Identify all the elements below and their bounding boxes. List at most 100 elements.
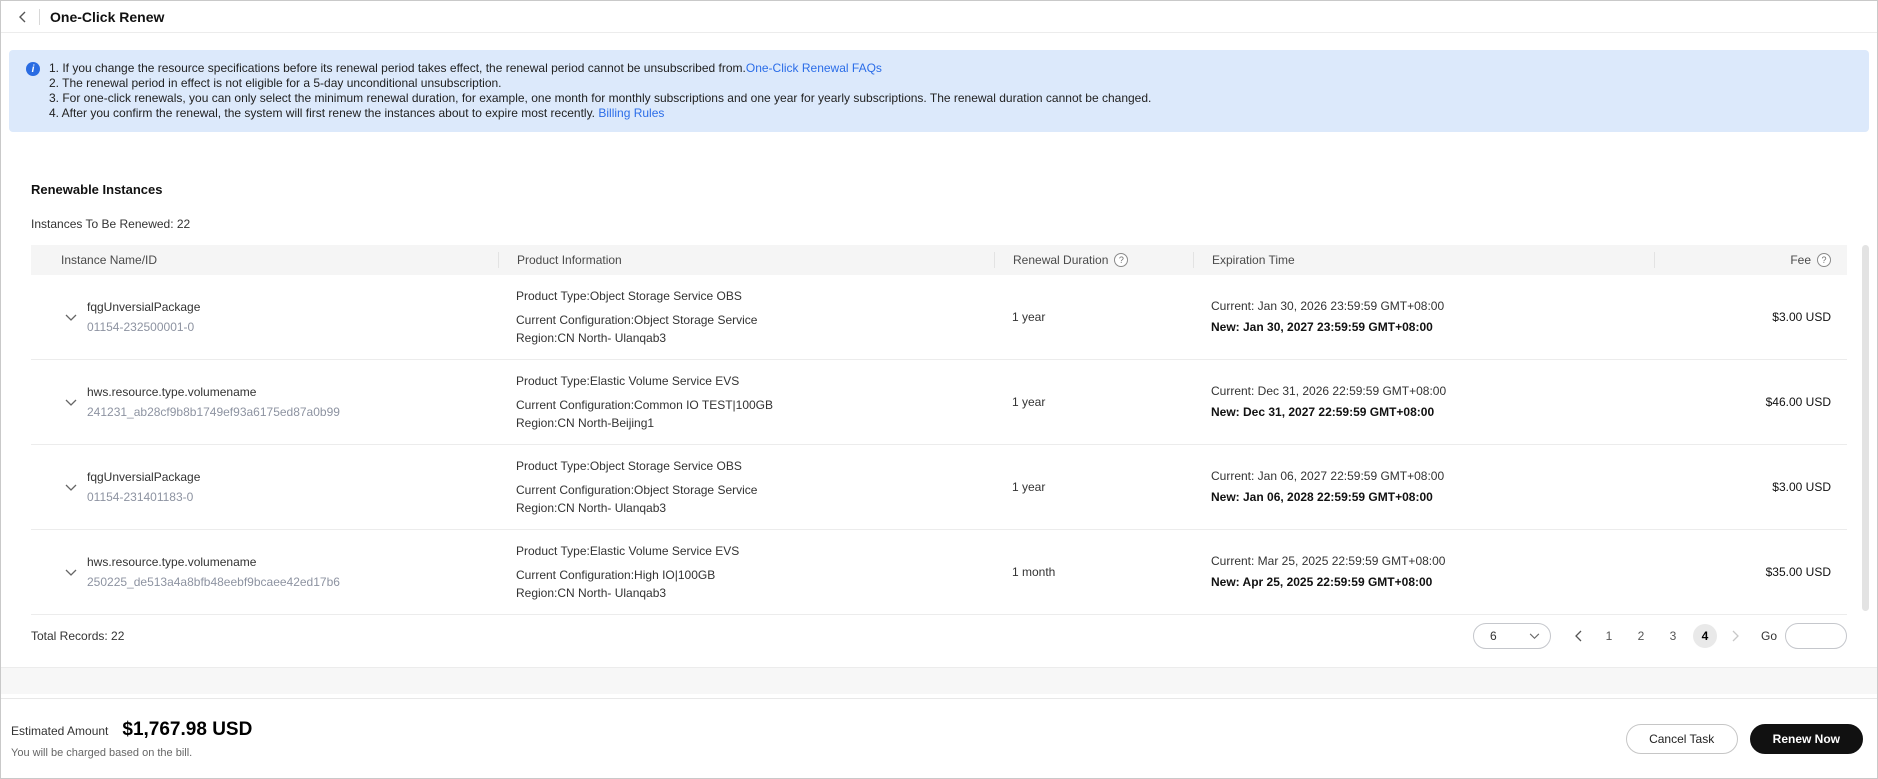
info-icon: i	[26, 62, 40, 76]
expand-row-icon[interactable]	[65, 569, 77, 577]
renewal-duration-cell: 1 year	[1012, 479, 1046, 494]
instance-name: fqgUnversialPackage	[87, 299, 201, 314]
renewal-duration-cell: 1 month	[1012, 564, 1056, 579]
page-button[interactable]: 4	[1692, 624, 1717, 648]
table-row: fqgUnversialPackage 01154-232500001-0 Pr…	[31, 275, 1847, 360]
pagination-bar: Total Records: 22 6 1 2 3 4 Go	[31, 615, 1847, 657]
go-label: Go	[1760, 629, 1777, 643]
col-product-information: Product Information	[498, 252, 994, 268]
notice-text-4: 4. After you confirm the renewal, the sy…	[49, 106, 599, 120]
current-configuration: Current Configuration:Common IO TEST|100…	[516, 397, 774, 412]
footer-actions: Cancel Task Renew Now	[1625, 723, 1863, 754]
pager: 6 1 2 3 4 Go	[1472, 623, 1847, 649]
notice-line-1: 1. If you change the resource specificat…	[49, 61, 1853, 76]
cancel-task-button[interactable]: Cancel Task	[1625, 723, 1738, 754]
expiration-new: New: Jan 30, 2027 23:59:59 GMT+08:00	[1211, 320, 1433, 334]
expand-row-icon[interactable]	[65, 314, 77, 322]
instance-name: hws.resource.type.volumename	[87, 384, 257, 399]
product-type: Product Type:Elastic Volume Service EVS	[516, 373, 740, 388]
footer-bar: Estimated Amount $1,767.98 USD You will …	[1, 698, 1877, 778]
notice-line-3: 3. For one-click renewals, you can only …	[49, 91, 1853, 106]
table-header-row: Instance Name/ID Product Information Ren…	[31, 245, 1847, 275]
one-click-renewal-faqs-link[interactable]: One-Click Renewal FAQs	[746, 61, 882, 75]
renew-now-button[interactable]: Renew Now	[1749, 723, 1863, 754]
page-list: 1 2 3 4	[1597, 624, 1717, 648]
instances-to-be-renewed-count: Instances To Be Renewed: 22	[31, 217, 191, 231]
col-instance-name: Instance Name/ID	[31, 252, 498, 268]
col-expiration-time-label: Expiration Time	[1212, 253, 1295, 267]
col-product-information-label: Product Information	[517, 253, 622, 267]
page-button[interactable]: 2	[1629, 624, 1653, 648]
page-go-input[interactable]	[1785, 623, 1847, 649]
instance-name: fqgUnversialPackage	[87, 469, 201, 484]
instance-cell: fqgUnversialPackage 01154-231401183-0	[31, 469, 498, 506]
product-information-cell: Product Type:Object Storage Service OBS …	[498, 288, 994, 347]
instance-cell: hws.resource.type.volumename 241231_ab28…	[31, 384, 498, 421]
col-fee: Fee?	[1654, 252, 1847, 268]
current-configuration: Current Configuration:High IO|100GB	[516, 567, 716, 582]
col-fee-label: Fee	[1790, 253, 1811, 267]
chevron-down-icon	[1529, 632, 1540, 639]
page-button[interactable]: 1	[1597, 624, 1621, 648]
estimated-amount-label: Estimated Amount	[11, 723, 109, 738]
help-icon[interactable]: ?	[1114, 253, 1129, 267]
expand-row-icon[interactable]	[65, 399, 77, 407]
expiration-time-cell: Current: Jan 30, 2026 23:59:59 GMT+08:00…	[1193, 298, 1654, 336]
page-size-select[interactable]: 6	[1472, 623, 1551, 649]
current-configuration: Current Configuration:Object Storage Ser…	[516, 482, 758, 497]
product-information-cell: Product Type:Object Storage Service OBS …	[498, 458, 994, 517]
expand-row-icon[interactable]	[65, 484, 77, 492]
billing-note: You will be charged based on the bill.	[11, 746, 193, 759]
expiration-new: New: Jan 06, 2028 22:59:59 GMT+08:00	[1211, 490, 1433, 504]
help-icon[interactable]: ?	[1817, 253, 1831, 267]
expiration-current: Current: Mar 25, 2025 22:59:59 GMT+08:00	[1211, 554, 1446, 568]
expiration-new: New: Dec 31, 2027 22:59:59 GMT+08:00	[1211, 405, 1435, 419]
notice-line-4: 4. After you confirm the renewal, the sy…	[49, 106, 1853, 121]
instance-id: 01154-231401183-0	[87, 489, 194, 504]
current-configuration: Current Configuration:Object Storage Ser…	[516, 312, 758, 327]
expiration-current: Current: Jan 06, 2027 22:59:59 GMT+08:00	[1211, 469, 1445, 483]
renewable-instances-table: Instance Name/ID Product Information Ren…	[31, 245, 1869, 615]
region: Region:CN North- Ulanqab3	[516, 500, 667, 515]
region: Region:CN North- Ulanqab3	[516, 330, 667, 345]
back-button[interactable]	[13, 7, 33, 27]
estimated-amount-block: Estimated Amount $1,767.98 USD You will …	[11, 719, 252, 759]
page-button[interactable]: 3	[1661, 624, 1685, 648]
product-type: Product Type:Object Storage Service OBS	[516, 458, 742, 473]
expiration-time-cell: Current: Dec 31, 2026 22:59:59 GMT+08:00…	[1193, 383, 1654, 421]
col-renewal-duration-label: Renewal Duration	[1013, 253, 1109, 267]
estimated-amount-value: $1,767.98 USD	[122, 718, 253, 740]
next-page-button[interactable]	[1725, 625, 1747, 647]
instance-cell: hws.resource.type.volumename 250225_de51…	[31, 554, 498, 591]
page-title: One-Click Renew	[50, 8, 165, 25]
product-information-cell: Product Type:Elastic Volume Service EVS …	[498, 543, 994, 602]
previous-page-button[interactable]	[1567, 625, 1589, 647]
product-information-cell: Product Type:Elastic Volume Service EVS …	[498, 373, 994, 432]
fee-cell: $3.00 USD	[1772, 309, 1831, 324]
instance-name: hws.resource.type.volumename	[87, 554, 257, 569]
total-records: Total Records: 22	[31, 629, 125, 643]
notice-text-3: 3. For one-click renewals, you can only …	[49, 91, 1152, 105]
product-type: Product Type:Elastic Volume Service EVS	[516, 543, 740, 558]
instance-id: 241231_ab28cf9b8b1749ef93a6175ed87a0b99	[87, 404, 340, 419]
gap-band	[1, 668, 1877, 694]
section-title: Renewable Instances	[31, 182, 163, 197]
table-row: fqgUnversialPackage 01154-231401183-0 Pr…	[31, 445, 1847, 530]
instance-cell: fqgUnversialPackage 01154-232500001-0	[31, 299, 498, 336]
billing-rules-link[interactable]: Billing Rules	[598, 106, 664, 120]
header-divider	[39, 8, 40, 25]
page-size-value: 6	[1489, 629, 1497, 643]
notice-text-2: 2. The renewal period in effect is not e…	[49, 76, 502, 90]
instance-id: 250225_de513a4a8bfb48eebf9bcaee42ed17b6	[87, 574, 340, 589]
chevron-right-icon	[1732, 630, 1739, 642]
notice-line-2: 2. The renewal period in effect is not e…	[49, 76, 1853, 91]
notice-text-1: 1. If you change the resource specificat…	[49, 61, 746, 75]
vertical-scrollbar[interactable]	[1862, 245, 1869, 611]
instance-id: 01154-232500001-0	[87, 319, 195, 334]
fee-cell: $3.00 USD	[1772, 479, 1831, 494]
region: Region:CN North-Beijing1	[516, 415, 655, 430]
page-header: One-Click Renew	[1, 1, 1877, 33]
table-row: hws.resource.type.volumename 241231_ab28…	[31, 360, 1847, 445]
chevron-left-icon	[19, 11, 26, 22]
region: Region:CN North- Ulanqab3	[516, 585, 667, 600]
